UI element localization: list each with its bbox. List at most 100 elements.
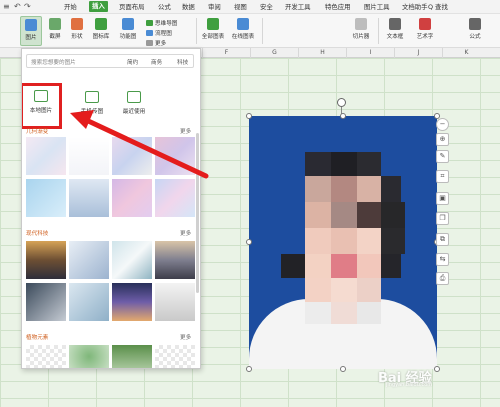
print-icon[interactable]: ⎙ bbox=[436, 272, 449, 285]
icon-library-button[interactable]: 图标库 bbox=[90, 18, 112, 40]
column-header[interactable]: J bbox=[394, 48, 442, 58]
menu-special[interactable]: 特色应用 bbox=[325, 2, 351, 12]
replace-icon[interactable]: ⇆ bbox=[436, 253, 449, 266]
more-button[interactable]: 更多 bbox=[146, 39, 166, 47]
panel-scrollbar[interactable] bbox=[196, 133, 199, 293]
textbox-button[interactable]: 文本框 bbox=[383, 18, 407, 40]
menu-review[interactable]: 审阅 bbox=[208, 2, 221, 12]
edit-icon[interactable]: ✎ bbox=[436, 150, 449, 163]
hamburger-icon[interactable]: ≡ bbox=[3, 2, 10, 12]
thumbnail[interactable] bbox=[69, 241, 109, 279]
tag-business[interactable]: 商务 bbox=[151, 58, 162, 66]
section-title-plants: 植物元素 bbox=[26, 335, 49, 341]
inserted-photo[interactable] bbox=[249, 116, 437, 369]
thumbnail[interactable] bbox=[155, 137, 195, 175]
thumbnail[interactable] bbox=[26, 283, 66, 321]
thumbnail[interactable] bbox=[69, 179, 109, 217]
shape-icon bbox=[71, 18, 83, 30]
resize-handle[interactable] bbox=[246, 366, 252, 372]
mindmap-icon bbox=[146, 20, 153, 26]
slicer-button[interactable]: 切片器 bbox=[350, 18, 372, 40]
image-tools-icon[interactable]: ▣ bbox=[436, 192, 449, 205]
function-chart-button[interactable]: 功能图 bbox=[117, 18, 139, 40]
all-charts-button[interactable]: 全部图表 bbox=[200, 18, 226, 40]
thumbnail[interactable] bbox=[69, 283, 109, 321]
thumbnail[interactable] bbox=[26, 179, 66, 217]
column-header[interactable]: H bbox=[298, 48, 346, 58]
collapse-icon[interactable]: − bbox=[436, 118, 449, 131]
thumbnail[interactable] bbox=[69, 345, 109, 368]
menu-picture-tools[interactable]: 图片工具 bbox=[364, 2, 390, 12]
thumbnail[interactable] bbox=[112, 137, 152, 175]
resize-handle[interactable] bbox=[340, 366, 346, 372]
resize-handle[interactable] bbox=[340, 113, 346, 119]
thumbnail[interactable] bbox=[112, 241, 152, 279]
wordart-button[interactable]: 艺术字 bbox=[414, 18, 436, 40]
thumbnail[interactable] bbox=[155, 283, 195, 321]
textbox-icon bbox=[389, 18, 401, 30]
thumbnail[interactable] bbox=[26, 345, 66, 368]
recent-button[interactable]: 最近使用 bbox=[114, 85, 154, 125]
phone-upload-icon bbox=[85, 91, 99, 103]
thumbnail[interactable] bbox=[112, 345, 152, 368]
online-chart-icon bbox=[237, 18, 249, 30]
menu-view[interactable]: 视图 bbox=[234, 2, 247, 12]
resize-handle[interactable] bbox=[246, 113, 252, 119]
column-header[interactable]: F bbox=[202, 48, 250, 58]
tag-simple[interactable]: 简约 bbox=[127, 58, 138, 66]
menu-page-layout[interactable]: 页面布局 bbox=[119, 2, 145, 12]
column-header[interactable]: G bbox=[250, 48, 298, 58]
tag-tech[interactable]: 科技 bbox=[177, 58, 188, 66]
menu-security[interactable]: 安全 bbox=[260, 2, 273, 12]
picture-search-input[interactable]: 搜索您想要的图片 简约 商务 科技 bbox=[26, 54, 194, 68]
formula-button[interactable]: 公式 bbox=[466, 18, 484, 40]
menu-start[interactable]: 开始 bbox=[64, 2, 77, 12]
thumbnail[interactable] bbox=[155, 179, 195, 217]
phone-upload-button[interactable]: 手机传图 bbox=[72, 85, 112, 125]
undo-icon[interactable]: ↶ bbox=[14, 2, 21, 12]
menu-doc-helper[interactable]: 文档助手 bbox=[402, 2, 428, 12]
search-box[interactable]: Q 查找 bbox=[428, 2, 448, 11]
local-picture-button[interactable]: 本地图片 bbox=[22, 83, 62, 129]
resize-handle[interactable] bbox=[246, 239, 252, 245]
picture-dropdown-panel: 搜索您想要的图片 简约 商务 科技 本地图片 手机传图 最近使用 几何渐变 更多… bbox=[21, 48, 201, 369]
rotate-handle[interactable] bbox=[337, 98, 346, 107]
copy-icon[interactable]: ⧉ bbox=[436, 233, 449, 246]
ribbon-separator bbox=[262, 18, 263, 44]
crop-icon[interactable]: ⌗ bbox=[436, 170, 449, 183]
section-title-geometry: 几何渐变 bbox=[26, 129, 49, 135]
ribbon-toolbar: 图片 截屏 形状 图标库 功能图 思维导图 流程图 更多 全部图表 在线图表 切… bbox=[0, 14, 500, 48]
online-chart-button[interactable]: 在线图表 bbox=[229, 18, 257, 40]
resize-handle[interactable] bbox=[434, 366, 440, 372]
picture-button[interactable]: 图片 bbox=[20, 16, 42, 46]
more-link[interactable]: 更多 bbox=[180, 333, 191, 341]
menu-formula[interactable]: 公式 bbox=[158, 2, 171, 12]
layers-icon[interactable]: ❐ bbox=[436, 212, 449, 225]
recent-icon bbox=[127, 91, 141, 103]
redo-icon[interactable]: ↷ bbox=[24, 2, 31, 12]
thumbnail[interactable] bbox=[69, 137, 109, 175]
thumbnail[interactable] bbox=[112, 283, 152, 321]
more-link[interactable]: 更多 bbox=[180, 229, 191, 237]
screenshot-button[interactable]: 截屏 bbox=[45, 18, 65, 40]
column-header[interactable]: K bbox=[442, 48, 490, 58]
mindmap-button[interactable]: 思维导图 bbox=[146, 19, 177, 27]
column-header[interactable]: I bbox=[346, 48, 394, 58]
menu-developer[interactable]: 开发工具 bbox=[285, 2, 311, 12]
search-placeholder: 搜索您想要的图片 bbox=[31, 60, 76, 66]
picture-icon bbox=[25, 19, 37, 31]
wordart-icon bbox=[419, 18, 431, 30]
thumbnail[interactable] bbox=[26, 137, 66, 175]
flowchart-button[interactable]: 流程图 bbox=[146, 29, 172, 37]
thumbnail[interactable] bbox=[112, 179, 152, 217]
shape-button[interactable]: 形状 bbox=[67, 18, 87, 40]
more-icon bbox=[146, 40, 153, 46]
zoom-icon[interactable]: ⊕ bbox=[436, 133, 449, 146]
thumbnail[interactable] bbox=[155, 345, 195, 368]
more-link[interactable]: 更多 bbox=[180, 127, 191, 135]
menu-data[interactable]: 数据 bbox=[182, 2, 195, 12]
thumbnail[interactable] bbox=[155, 241, 195, 279]
flowchart-icon bbox=[146, 30, 153, 36]
menu-insert[interactable]: 插入 bbox=[89, 1, 108, 12]
thumbnail[interactable] bbox=[26, 241, 66, 279]
